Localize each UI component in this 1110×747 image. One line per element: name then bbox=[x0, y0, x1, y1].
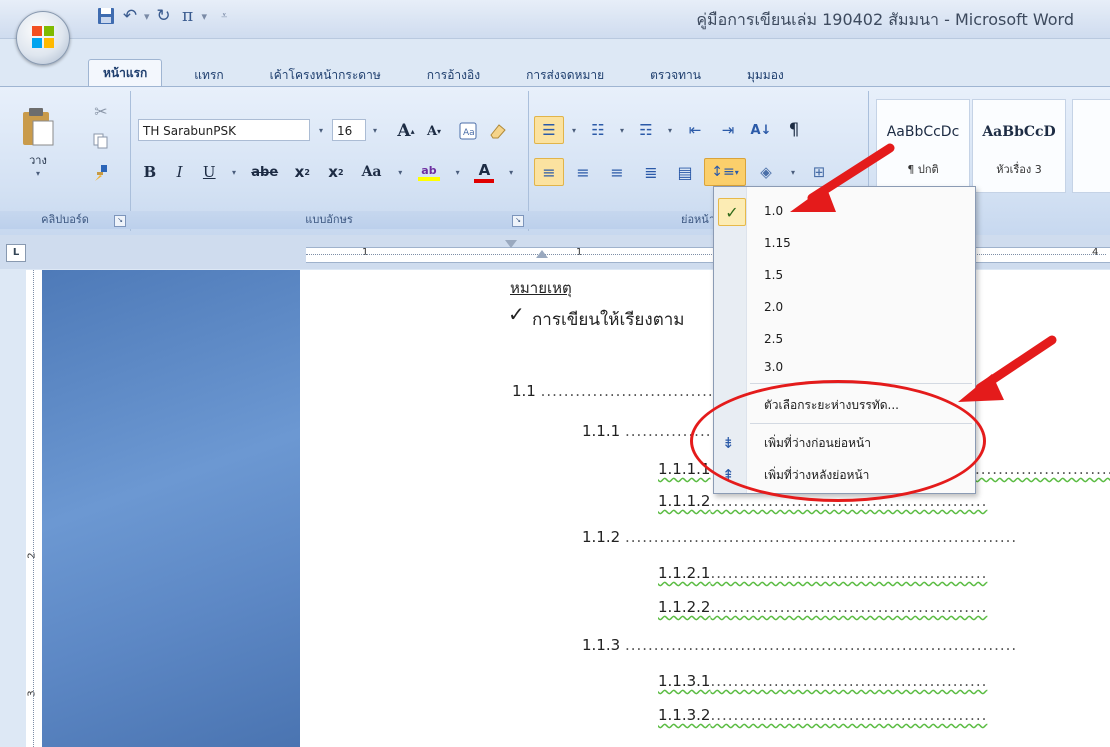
red-arrow-icon bbox=[958, 335, 1057, 402]
office-logo-icon bbox=[32, 26, 54, 48]
annotation-arrows bbox=[790, 143, 1057, 402]
red-arrow-icon bbox=[790, 143, 895, 212]
office-button[interactable] bbox=[16, 11, 70, 65]
